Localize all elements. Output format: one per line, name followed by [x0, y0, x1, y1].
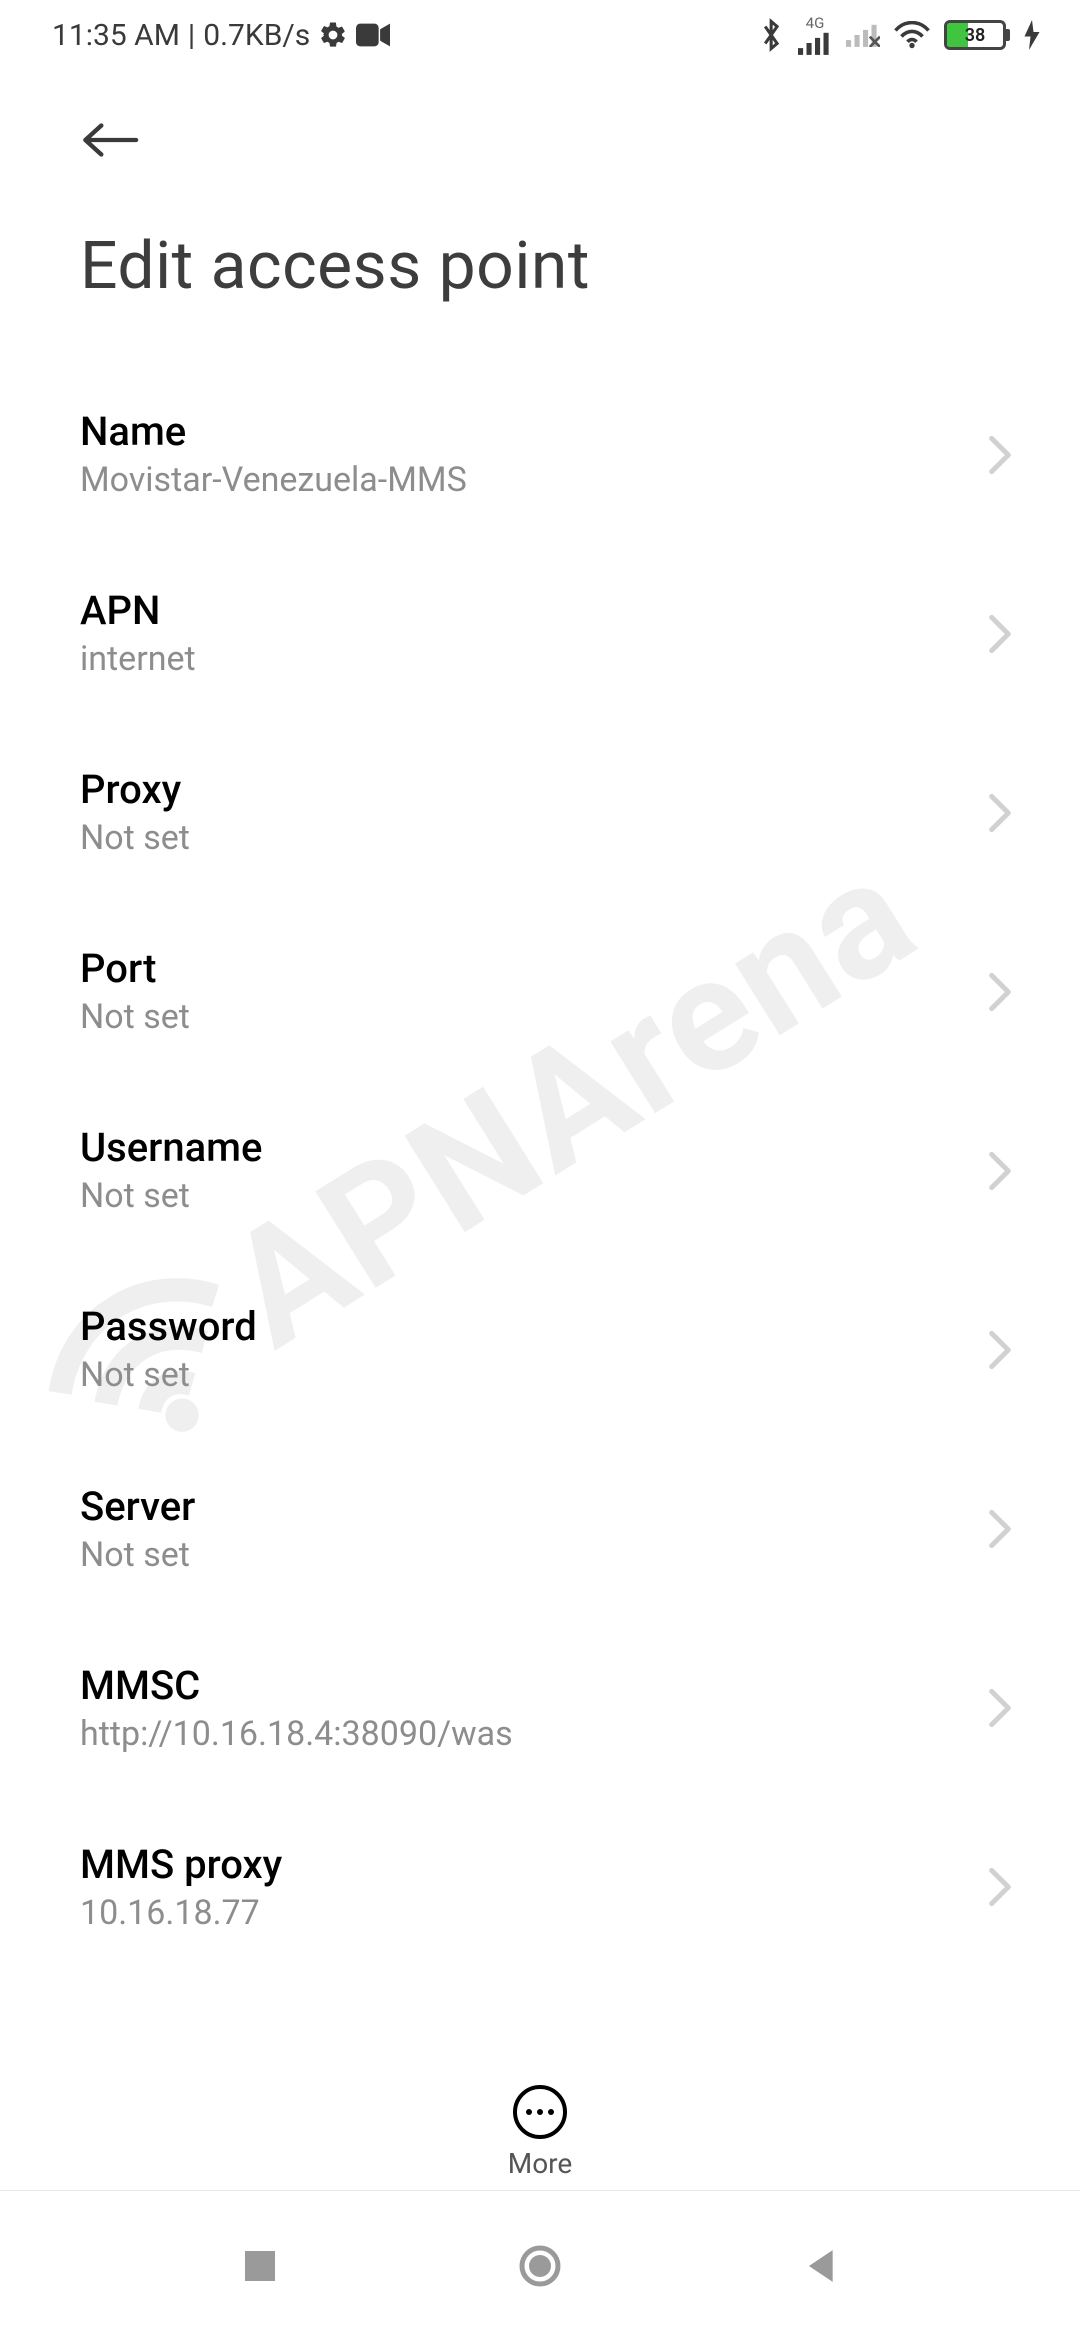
chevron-right-icon: [988, 1688, 1020, 1728]
setting-label-apn: APN: [80, 588, 968, 634]
setting-label-mmsc: MMSC: [80, 1663, 968, 1709]
wifi-icon: [894, 21, 930, 49]
setting-value-password: Not set: [80, 1356, 968, 1395]
status-bar: 11:35 AM | 0.7KB/s 4G 38: [0, 0, 1080, 70]
nav-home-button[interactable]: [516, 2242, 564, 2290]
setting-row-mmsc[interactable]: MMSC http://10.16.18.4:38090/was: [0, 1619, 1080, 1798]
setting-label-mms-proxy: MMS proxy: [80, 1842, 968, 1888]
setting-row-apn[interactable]: APN internet: [0, 544, 1080, 723]
setting-value-name: Movistar-Venezuela-MMS: [80, 461, 968, 500]
nav-back-button[interactable]: [796, 2242, 844, 2290]
status-separator: |: [188, 18, 195, 53]
setting-row-mms-proxy[interactable]: MMS proxy 10.16.18.77: [0, 1798, 1080, 1977]
gear-icon: [318, 20, 348, 50]
signal-no-sim-icon: [846, 23, 880, 47]
settings-list: Name Movistar-Venezuela-MMS APN internet Pro…: [0, 365, 1080, 1977]
chevron-right-icon: [988, 972, 1020, 1012]
chevron-right-icon: [988, 1151, 1020, 1191]
chevron-right-icon: [988, 793, 1020, 833]
setting-row-password[interactable]: Password Not set: [0, 1260, 1080, 1439]
setting-value-port: Not set: [80, 998, 968, 1037]
setting-row-server[interactable]: Server Not set: [0, 1440, 1080, 1619]
more-icon: [513, 2085, 567, 2139]
square-icon: [243, 2249, 277, 2283]
setting-value-server: Not set: [80, 1536, 968, 1575]
status-time: 11:35 AM: [52, 18, 180, 53]
nav-recent-button[interactable]: [236, 2242, 284, 2290]
setting-row-username[interactable]: Username Not set: [0, 1081, 1080, 1260]
back-button[interactable]: [80, 110, 140, 170]
setting-value-username: Not set: [80, 1177, 968, 1216]
status-speed: 0.7KB/s: [203, 18, 310, 53]
more-label: More: [508, 2147, 573, 2180]
setting-label-proxy: Proxy: [80, 767, 968, 813]
setting-value-mms-proxy: 10.16.18.77: [80, 1894, 968, 1933]
setting-value-mmsc: http://10.16.18.4:38090/was: [80, 1715, 968, 1754]
signal-4g-icon: 4G: [798, 16, 832, 55]
setting-value-proxy: Not set: [80, 819, 968, 858]
triangle-left-icon: [803, 2247, 837, 2285]
chevron-right-icon: [988, 1509, 1020, 1549]
more-button[interactable]: More: [508, 2085, 573, 2180]
chevron-right-icon: [988, 1867, 1020, 1907]
setting-row-name[interactable]: Name Movistar-Venezuela-MMS: [0, 365, 1080, 544]
setting-label-password: Password: [80, 1304, 968, 1350]
setting-label-server: Server: [80, 1484, 968, 1530]
setting-label-username: Username: [80, 1125, 968, 1171]
battery-indicator: 38: [944, 20, 1010, 50]
circle-icon: [518, 2244, 562, 2288]
bluetooth-icon: [760, 18, 784, 52]
setting-label-port: Port: [80, 946, 968, 992]
system-navigation-bar: [0, 2190, 1080, 2340]
setting-row-proxy[interactable]: Proxy Not set: [0, 723, 1080, 902]
chevron-right-icon: [988, 614, 1020, 654]
video-camera-icon: [356, 23, 390, 47]
chevron-right-icon: [988, 435, 1020, 475]
app-bar: [0, 70, 1080, 170]
setting-label-name: Name: [80, 409, 968, 455]
arrow-left-icon: [81, 120, 139, 160]
setting-row-port[interactable]: Port Not set: [0, 902, 1080, 1081]
page-title: Edit access point: [0, 170, 1080, 365]
chevron-right-icon: [988, 1330, 1020, 1370]
setting-value-apn: internet: [80, 640, 968, 679]
charging-icon: [1024, 20, 1040, 50]
